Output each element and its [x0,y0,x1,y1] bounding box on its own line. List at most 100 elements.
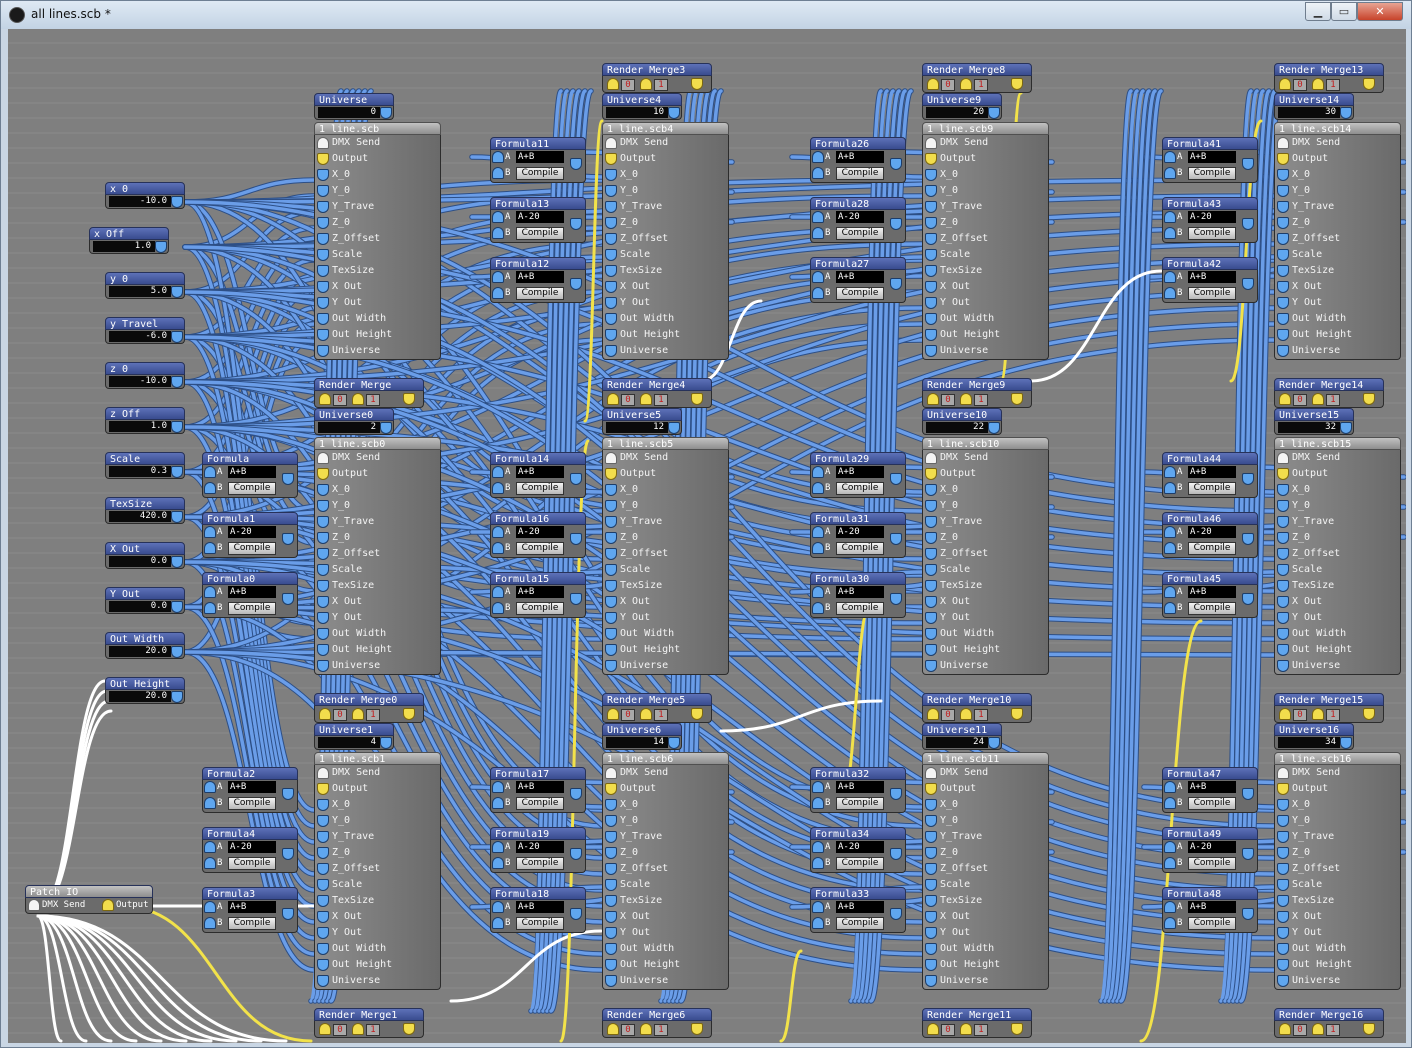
port-icon[interactable] [1277,660,1289,672]
compile-button[interactable]: Compile [228,542,276,555]
output-port-icon[interactable] [171,331,183,343]
formula-node[interactable]: Formula0 A B A+B Compile [202,572,298,618]
formula-node[interactable]: Formula34 A B A-20 Compile [810,827,906,873]
output-port-icon[interactable] [1011,78,1023,90]
input-a-port-icon[interactable] [812,271,824,283]
render-merge-node[interactable]: Render Merge8 0 1 [922,63,1032,93]
compile-button[interactable]: Compile [516,482,564,495]
input-port[interactable]: Scale [315,562,440,578]
port-icon[interactable] [605,452,617,464]
input-port[interactable]: Y Out [1275,295,1400,311]
input-port[interactable]: DMX Send [603,135,728,151]
input-port[interactable]: Scale [315,877,440,893]
input-port[interactable]: Out Height [315,642,440,658]
merge-input-a[interactable]: 0 [621,1024,635,1036]
port-icon[interactable] [925,879,937,891]
merge-input-b[interactable]: 1 [366,394,380,406]
formula-node[interactable]: Formula1 A B A-20 Compile [202,512,298,558]
output-port-icon[interactable] [691,1023,703,1035]
input-port[interactable]: TexSize [603,578,728,594]
value-field[interactable]: 5.0 [109,286,171,297]
input-port[interactable]: Y Out [923,295,1048,311]
input-port[interactable]: Output [315,466,440,482]
input-port-icon[interactable] [640,393,652,405]
port-icon[interactable] [605,313,617,325]
formula-node[interactable]: Formula26 A B A+B Compile [810,137,906,183]
input-port[interactable]: X_0 [603,482,728,498]
merge-input-a[interactable]: 0 [1293,79,1307,91]
port-icon[interactable] [317,249,329,261]
input-port[interactable]: Output [1275,151,1400,167]
input-port[interactable]: Out Width [923,311,1048,327]
merge-input-a[interactable]: 0 [1293,394,1307,406]
input-b-port-icon[interactable] [1164,167,1176,179]
scb-node[interactable]: 1 line.scb DMX Send Output X_0 Y_0 Y_Trave Z_0… [314,122,441,360]
formula-node[interactable]: Formula A B A+B Compile [202,452,298,498]
port-icon[interactable] [925,329,937,341]
port-icon[interactable] [1277,500,1289,512]
input-port-icon[interactable] [319,708,331,720]
input-b-port-icon[interactable] [1164,227,1176,239]
input-port[interactable]: Y_0 [315,813,440,829]
input-port[interactable]: X_0 [1275,482,1400,498]
port-icon[interactable] [925,847,937,859]
port-icon[interactable] [605,596,617,608]
port-icon[interactable] [317,927,329,939]
input-port[interactable]: Y_Trave [315,829,440,845]
input-port-icon[interactable] [352,1023,364,1035]
expression-field[interactable]: A-20 [228,841,276,853]
port-icon[interactable] [925,580,937,592]
input-port[interactable]: Y_Trave [923,829,1048,845]
port-icon[interactable] [605,297,617,309]
value-node[interactable]: z_0 -10.0 [105,362,185,389]
output-port-icon[interactable] [282,533,294,545]
value-field[interactable]: 22 [926,422,988,433]
input-port[interactable]: Scale [1275,562,1400,578]
formula-node[interactable]: Formula45 A B A+B Compile [1162,572,1258,618]
input-port[interactable]: Output [1275,781,1400,797]
merge-input-b[interactable]: 1 [654,394,668,406]
port-icon[interactable] [1277,564,1289,576]
port-icon[interactable] [605,169,617,181]
scb-node[interactable]: 1 line.scb5 DMX Send Output X_0 Y_0 Y_Trave Z_… [602,437,729,675]
input-port-icon[interactable] [607,708,619,720]
port-icon[interactable] [925,975,937,987]
input-a-port-icon[interactable] [492,781,504,793]
port-icon[interactable] [1277,895,1289,907]
input-port-icon[interactable] [607,393,619,405]
input-port[interactable]: Out Width [315,941,440,957]
output-port-icon[interactable] [890,593,902,605]
dmx-send-port-icon[interactable] [28,899,40,911]
node-graph-canvas[interactable]: x_0 -10.0 x_Off 1.0 y_0 5.0 y_Travel -6.0 z_0 -10… [8,29,1406,1043]
input-port[interactable]: Universe [603,343,728,359]
input-port[interactable]: TexSize [603,893,728,909]
port-icon[interactable] [317,831,329,843]
merge-input-a[interactable]: 0 [621,79,635,91]
compile-button[interactable]: Compile [1188,602,1236,615]
scb-node[interactable]: 1 line.scb6 DMX Send Output X_0 Y_0 Y_Trave Z_… [602,752,729,990]
output-port-icon[interactable] [1340,737,1352,749]
port-icon[interactable] [317,799,329,811]
port-icon[interactable] [317,612,329,624]
input-port[interactable]: Output [923,466,1048,482]
port-icon[interactable] [1277,612,1289,624]
input-port-icon[interactable] [1279,708,1291,720]
port-icon[interactable] [317,847,329,859]
input-port[interactable]: Out Width [603,626,728,642]
output-port-icon[interactable] [890,908,902,920]
output-port-icon[interactable] [282,908,294,920]
formula-node[interactable]: Formula44 A B A+B Compile [1162,452,1258,498]
port-icon[interactable] [605,484,617,496]
input-port[interactable]: X_0 [923,797,1048,813]
input-port[interactable]: Y_0 [923,183,1048,199]
port-icon[interactable] [1277,468,1289,480]
value-field[interactable]: 2 [318,422,380,433]
formula-node[interactable]: Formula12 A B A+B Compile [490,257,586,303]
render-merge-node[interactable]: Render Merge4 0 1 [602,378,712,408]
universe-node[interactable]: Universe5 12 [602,408,682,435]
input-port[interactable]: Y_0 [315,183,440,199]
expression-field[interactable]: A+B [836,466,884,478]
input-port[interactable]: Y_Trave [1275,514,1400,530]
input-port[interactable]: Universe [315,343,440,359]
input-port-icon[interactable] [927,78,939,90]
